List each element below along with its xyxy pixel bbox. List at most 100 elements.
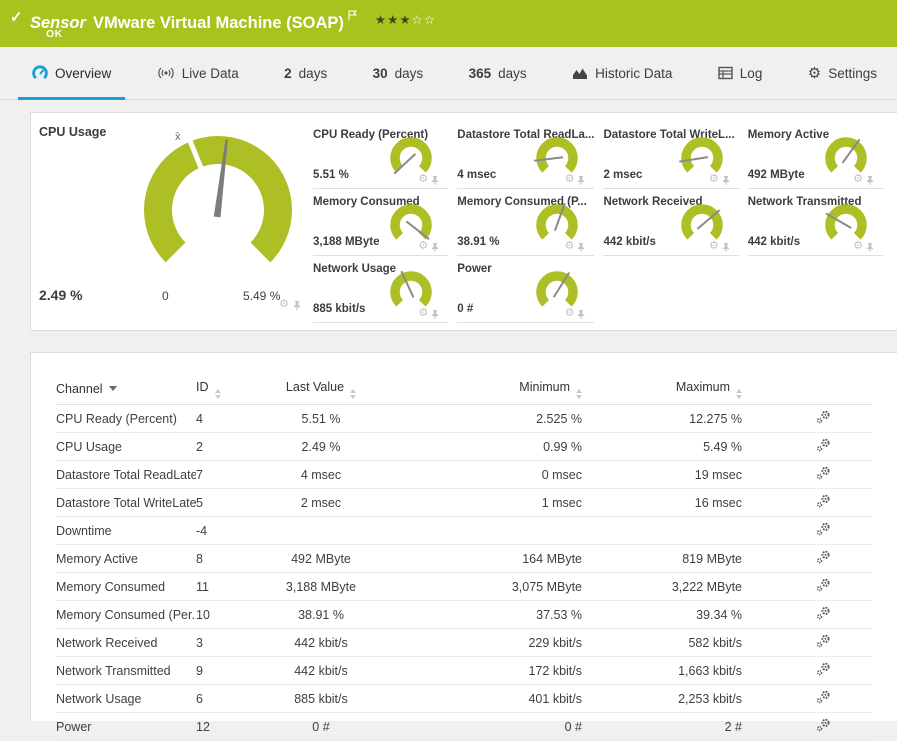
pin-icon[interactable] — [865, 175, 875, 185]
channel-maximum: 39.34 % — [696, 607, 742, 622]
gauge-actions: ⚙ — [418, 174, 440, 185]
tab-historic-data[interactable]: Historic Data — [562, 47, 682, 99]
flag-icon[interactable] — [348, 7, 358, 25]
col-header-label: Last Value — [285, 379, 345, 394]
gauge-tile: Network Transmitted 442 kbit/s ⚙ — [747, 189, 883, 256]
channel-last-value: 2.49 % — [301, 439, 341, 454]
channel-maximum: 12.275 % — [689, 411, 742, 426]
channel-maximum: 2,253 kbit/s — [678, 691, 742, 706]
channel-last-value: 38.91 % — [298, 607, 344, 622]
tab-log[interactable]: Log — [708, 47, 773, 99]
col-header-id[interactable]: ID — [196, 380, 256, 399]
edit-channel-icon[interactable] — [815, 493, 832, 509]
pin-icon[interactable] — [292, 300, 302, 310]
gauge-actions: ⚙ — [565, 241, 587, 252]
edit-channel-icon[interactable] — [815, 521, 832, 537]
channel-actions — [742, 605, 872, 624]
pin-icon[interactable] — [721, 242, 731, 252]
channel-id: 4 — [196, 411, 203, 426]
channel-actions — [742, 633, 872, 652]
pin-icon[interactable] — [576, 309, 586, 319]
channel-maximum: 819 MByte — [682, 551, 742, 566]
tab-settings[interactable]: ⚙ Settings — [798, 47, 887, 99]
tab-label: days — [394, 65, 424, 81]
gear-icon[interactable]: ⚙ — [565, 308, 575, 319]
channel-maximum: 2 # — [724, 719, 742, 734]
channel-name: Network Transmitted — [56, 663, 171, 678]
gauge-tile: CPU Ready (Percent) 5.51 % ⚙ — [313, 122, 449, 189]
gauge-tile: Memory Consumed 3,188 MByte ⚙ — [313, 189, 449, 256]
channel-actions — [742, 661, 872, 680]
channel-actions — [742, 465, 872, 484]
avg-marker-label: x̄ — [175, 131, 181, 143]
cpu-usage-gauge: x̄ — [133, 125, 303, 295]
pin-icon[interactable] — [721, 175, 731, 185]
tab-2-days[interactable]: 2 days — [274, 47, 337, 99]
channel-last-value: 3,188 MByte — [285, 579, 357, 594]
channel-row: CPU Usage 2 2.49 % 0.99 % 5.49 % — [56, 433, 872, 461]
edit-channel-icon[interactable] — [815, 577, 832, 593]
pin-icon[interactable] — [430, 175, 440, 185]
star-icon[interactable]: ☆ — [412, 13, 424, 27]
pin-icon[interactable] — [576, 175, 586, 185]
tab-365-days[interactable]: 365 days — [459, 47, 537, 99]
gear-icon[interactable]: ⚙ — [418, 174, 428, 185]
channel-row: Network Usage 6 885 kbit/s 401 kbit/s 2,253 … — [56, 685, 872, 713]
gauge-icon — [32, 65, 48, 81]
gear-icon[interactable]: ⚙ — [853, 241, 863, 252]
sensor-title: VMware Virtual Machine (SOAP) — [92, 14, 344, 32]
star-icon[interactable]: ☆ — [424, 13, 436, 27]
edit-channel-icon[interactable] — [815, 465, 832, 481]
gear-icon[interactable]: ⚙ — [853, 174, 863, 185]
channel-maximum: 16 msec — [694, 495, 742, 510]
pin-icon[interactable] — [576, 242, 586, 252]
edit-channel-icon[interactable] — [815, 437, 832, 453]
edit-channel-icon[interactable] — [815, 549, 832, 565]
channel-name: Memory Active — [56, 551, 138, 566]
gear-icon[interactable]: ⚙ — [565, 241, 575, 252]
tab-30-days[interactable]: 30 days — [363, 47, 434, 99]
gear-icon[interactable]: ⚙ — [279, 299, 289, 310]
edit-channel-icon[interactable] — [815, 717, 832, 733]
channel-minimum: 2.525 % — [536, 411, 582, 426]
edit-channel-icon[interactable] — [815, 633, 832, 649]
edit-channel-icon[interactable] — [815, 605, 832, 621]
col-header-channel[interactable]: Channel — [56, 382, 196, 396]
col-header-label: Channel — [56, 382, 103, 396]
star-icon[interactable]: ★ — [387, 13, 399, 27]
star-icon[interactable]: ★ — [375, 13, 387, 27]
channel-row: Memory Active 8 492 MByte 164 MByte 819 MByt… — [56, 545, 872, 573]
channel-last-value: 442 kbit/s — [294, 635, 348, 650]
sort-icon — [350, 388, 357, 399]
edit-channel-icon[interactable] — [815, 409, 832, 425]
gear-icon[interactable]: ⚙ — [565, 174, 575, 185]
tab-label: Log — [739, 65, 763, 81]
main-gauge-min-label: 0 — [162, 289, 169, 303]
channel-minimum: 229 kbit/s — [528, 635, 582, 650]
col-header-last[interactable]: Last Value — [256, 380, 386, 399]
channels-table-panel: Channel ID Last Value Minimum Maximum CPU Re… — [30, 352, 897, 741]
pin-icon[interactable] — [430, 309, 440, 319]
edit-channel-icon[interactable] — [815, 689, 832, 705]
edit-channel-icon[interactable] — [815, 661, 832, 677]
gear-icon[interactable]: ⚙ — [418, 308, 428, 319]
channel-maximum: 19 msec — [694, 467, 742, 482]
gauge-tile: Memory Consumed (P... 38.91 % ⚙ — [457, 189, 595, 256]
channels-table-body: CPU Ready (Percent) 4 5.51 % 2.525 % 12.275 … — [56, 405, 872, 741]
channel-id: 10 — [196, 607, 210, 622]
star-icon[interactable]: ★ — [399, 13, 411, 27]
col-header-max[interactable]: Maximum — [582, 380, 742, 399]
live-data-icon — [157, 66, 175, 80]
pin-icon[interactable] — [865, 242, 875, 252]
tab-label: days — [298, 65, 328, 81]
sensor-header: ✓ Sensor VMware Virtual Machine (SOAP) ★★★… — [0, 0, 897, 47]
channel-last-value: 0 # — [312, 719, 330, 734]
pin-icon[interactable] — [430, 242, 440, 252]
gear-icon[interactable]: ⚙ — [418, 241, 428, 252]
col-header-min[interactable]: Minimum — [386, 380, 582, 399]
gear-icon[interactable]: ⚙ — [709, 241, 719, 252]
gear-icon[interactable]: ⚙ — [709, 174, 719, 185]
tab-overview[interactable]: Overview — [17, 47, 126, 100]
tab-live-data[interactable]: Live Data — [147, 47, 249, 99]
gauge-dial: x̄ — [144, 131, 292, 263]
